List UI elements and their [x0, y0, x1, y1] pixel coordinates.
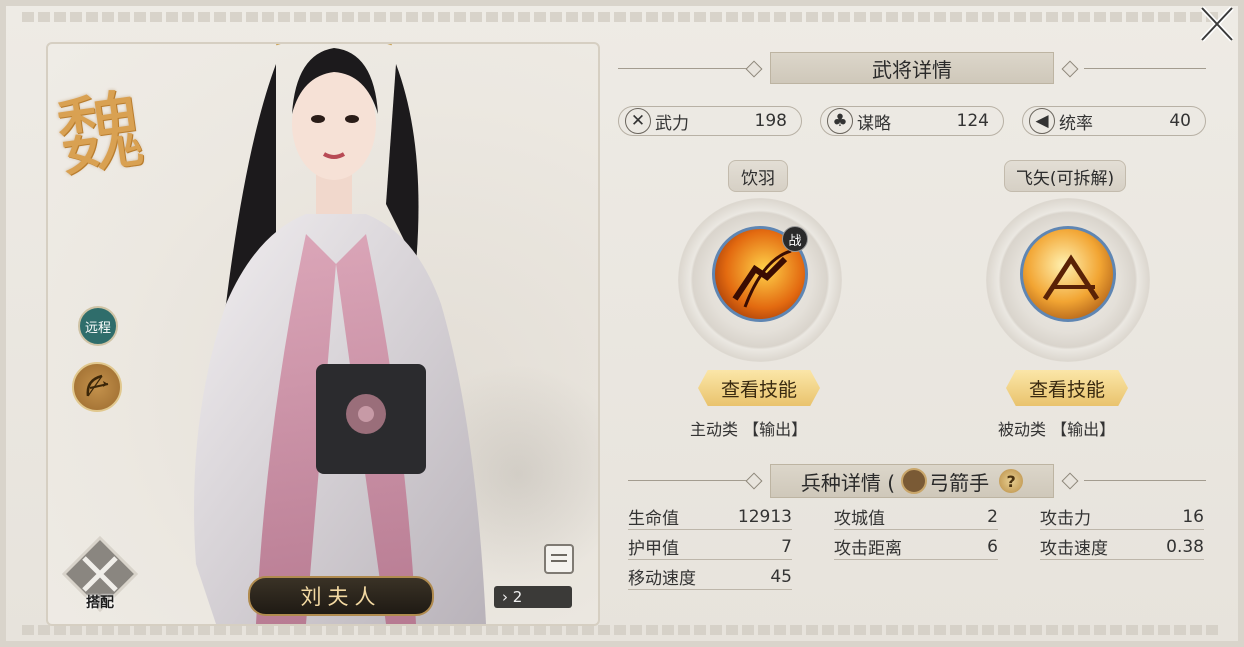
- view-skill-button[interactable]: 查看技能: [1006, 370, 1128, 406]
- hero-name: 刘夫人: [248, 576, 434, 616]
- diamond-ornament-icon: [1061, 60, 1079, 78]
- crossbow-skill-icon[interactable]: [1020, 226, 1116, 322]
- skill-name: 饮羽: [728, 160, 788, 192]
- stat-strategy: ♣ 谋略 124: [820, 106, 1004, 136]
- stat-label: 谋略: [857, 113, 891, 134]
- stat-force: ✕ 武力 198: [618, 106, 802, 136]
- troop-stat-value: 16: [1182, 506, 1204, 527]
- hero-detail-window: 魏 远程 刘夫人 › 2 搭配 武将详情 ✕ 武力 198 ♣ 谋略 124 ◀…: [0, 0, 1244, 647]
- hero-portrait: [194, 44, 486, 624]
- faction-emblem: 魏: [50, 79, 150, 191]
- troop-stat-attack: 攻击力 16: [1040, 504, 1204, 530]
- troop-stat-label: 攻击距离: [834, 539, 902, 559]
- star-count: 2: [512, 588, 523, 606]
- skill-type: 被动类 【输出】: [998, 420, 1116, 439]
- troop-stat-value: 0.38: [1166, 536, 1204, 557]
- troop-stat-range: 攻击距离 6: [834, 534, 998, 560]
- strategy-icon: ♣: [827, 108, 853, 134]
- troop-stat-armor: 护甲值 7: [628, 534, 792, 560]
- banner-icon: ◀: [1029, 108, 1055, 134]
- chevron-right-icon: ›: [502, 588, 513, 606]
- skill-name: 飞矢(可拆解): [1004, 160, 1126, 192]
- troop-stat-label: 攻城值: [834, 509, 885, 529]
- skill-type: 主动类 【输出】: [690, 420, 808, 439]
- view-skill-button[interactable]: 查看技能: [698, 370, 820, 406]
- document-icon[interactable]: [544, 544, 574, 574]
- diamond-ornament-icon: [745, 60, 763, 78]
- troop-stat-value: 7: [781, 536, 792, 557]
- stat-value: 124: [956, 111, 989, 131]
- troop-stat-label: 移动速度: [628, 569, 696, 589]
- equip-label: 搭配: [86, 595, 114, 611]
- diamond-ornament-icon: [1061, 472, 1079, 490]
- stat-label: 统率: [1059, 113, 1093, 134]
- divider: [628, 480, 748, 481]
- troop-stat-label: 生命值: [628, 509, 679, 529]
- stat-command: ◀ 统率 40: [1022, 106, 1206, 136]
- troop-stat-value: 6: [987, 536, 998, 557]
- stat-label: 武力: [655, 113, 689, 134]
- stat-value: 40: [1169, 111, 1191, 131]
- troop-stat-label: 攻击速度: [1040, 539, 1108, 559]
- troop-stat-siege: 攻城值 2: [834, 504, 998, 530]
- help-icon[interactable]: ?: [999, 469, 1024, 493]
- stat-value: 198: [754, 111, 787, 131]
- troop-title-text: 兵种详情 (: [800, 470, 896, 495]
- battle-badge: 战: [782, 226, 808, 252]
- bow-class-icon[interactable]: [72, 362, 122, 412]
- swords-icon: ✕: [625, 108, 651, 134]
- divider: [1084, 68, 1206, 69]
- range-badge-icon[interactable]: 远程: [78, 306, 118, 346]
- troop-stat-move-speed: 移动速度 45: [628, 564, 792, 590]
- border-pattern-top: [22, 12, 1222, 22]
- troop-stat-attack-speed: 攻击速度 0.38: [1040, 534, 1204, 560]
- star-level: › 2: [494, 586, 572, 608]
- troop-stat-value: 12913: [737, 506, 792, 527]
- troop-title: 兵种详情 ( 弓箭手 ?: [770, 464, 1054, 498]
- troop-stat-label: 护甲值: [628, 539, 679, 559]
- troop-stat-value: 45: [770, 566, 792, 587]
- troop-type: 弓箭手: [929, 470, 990, 495]
- troop-stat-label: 攻击力: [1040, 509, 1091, 529]
- close-icon[interactable]: [1194, 6, 1238, 44]
- divider: [1084, 480, 1206, 481]
- divider: [618, 68, 748, 69]
- diamond-ornament-icon: [745, 472, 763, 490]
- border-pattern-bottom: [22, 625, 1222, 635]
- troop-stat-hp: 生命值 12913: [628, 504, 792, 530]
- portrait-panel: 魏 远程 刘夫人 › 2 搭配: [46, 42, 600, 626]
- troop-stat-value: 2: [987, 506, 998, 527]
- archer-troop-icon: [901, 468, 928, 494]
- details-title: 武将详情: [770, 52, 1054, 84]
